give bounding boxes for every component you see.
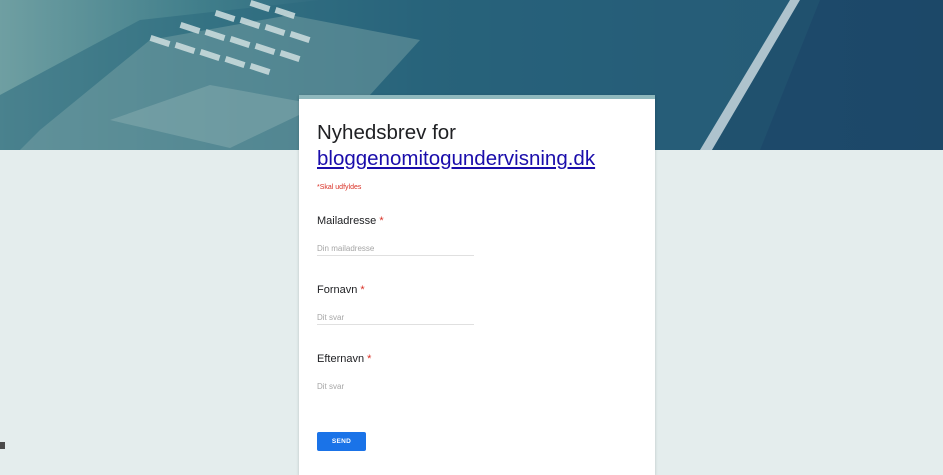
firstname-label-text: Fornavn	[317, 284, 358, 296]
corner-mark	[0, 442, 5, 449]
question-lastname-label: Efternavn *	[317, 353, 371, 365]
form-title: Nyhedsbrev for bloggenomitogundervisning…	[317, 120, 647, 172]
lastname-field[interactable]	[317, 379, 474, 394]
lastname-label-text: Efternavn	[317, 353, 365, 365]
required-asterisk: *	[360, 284, 365, 296]
question-email-label: Mailadresse *	[317, 215, 384, 227]
required-note: *Skal udfyldes	[317, 184, 362, 191]
firstname-field[interactable]	[317, 310, 474, 325]
send-button[interactable]: SEND	[317, 432, 366, 451]
form-title-text: Nyhedsbrev for	[317, 121, 457, 144]
required-asterisk: *	[379, 215, 384, 227]
website-link[interactable]: bloggenomitogundervisning.dk	[317, 147, 595, 170]
email-field[interactable]	[317, 241, 474, 256]
question-firstname-label: Fornavn *	[317, 284, 365, 296]
email-label-text: Mailadresse	[317, 215, 377, 227]
newsletter-form-card: Nyhedsbrev for bloggenomitogundervisning…	[299, 95, 655, 475]
required-asterisk: *	[367, 353, 372, 365]
